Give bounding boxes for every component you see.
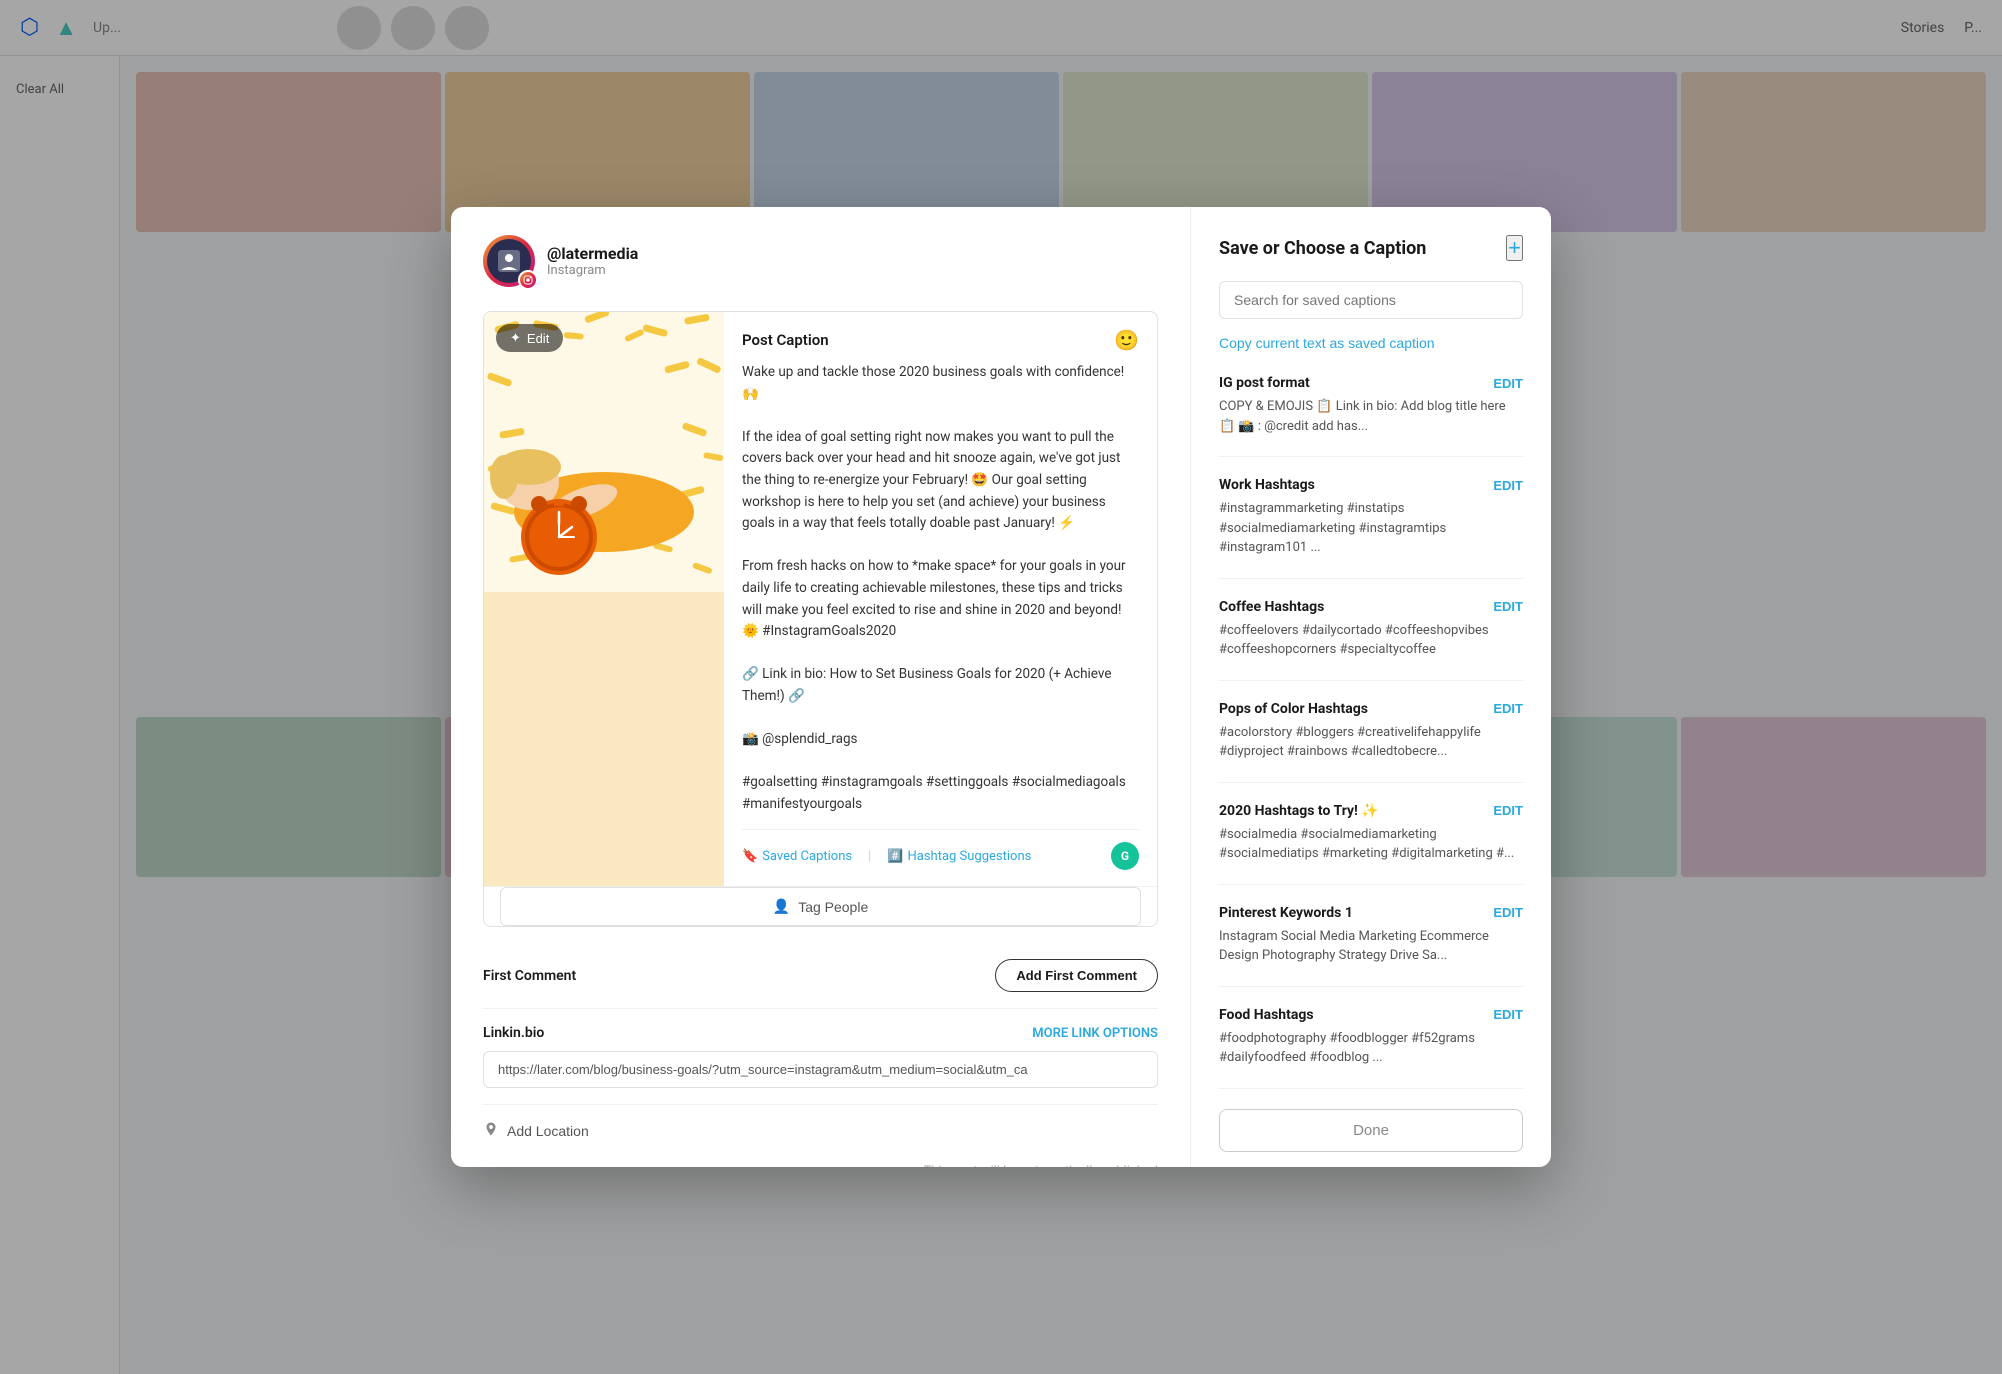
add-first-comment-button[interactable]: Add First Comment bbox=[995, 959, 1158, 992]
caption-text[interactable]: Wake up and tackle those 2020 business g… bbox=[742, 362, 1139, 815]
caption-item-header: Coffee Hashtags EDIT bbox=[1219, 599, 1523, 615]
add-location-button[interactable]: Add Location bbox=[483, 1105, 589, 1156]
caption-item-header: Pinterest Keywords 1 EDIT bbox=[1219, 905, 1523, 921]
caption-item-title: Work Hashtags bbox=[1219, 477, 1315, 493]
caption-item-edit-5[interactable]: EDIT bbox=[1493, 905, 1523, 920]
post-content: ✦ Edit Post Caption 🙂 Wake up and tackle… bbox=[484, 312, 1157, 886]
caption-item-header: Pops of Color Hashtags EDIT bbox=[1219, 701, 1523, 717]
linkin-bio-url-input[interactable] bbox=[483, 1051, 1158, 1088]
hashtag-icon: #️⃣ bbox=[887, 849, 903, 864]
modal-account-header: @latermedia Instagram bbox=[483, 235, 1158, 287]
caption-item-header: 2020 Hashtags to Try! ✨ EDIT bbox=[1219, 803, 1523, 819]
caption-item-header: Food Hashtags EDIT bbox=[1219, 1007, 1523, 1023]
post-caption-area: Post Caption 🙂 Wake up and tackle those … bbox=[724, 312, 1157, 886]
caption-item-text-0[interactable]: COPY & EMOJIS 📋 Link in bio: Add blog ti… bbox=[1219, 397, 1523, 436]
caption-item-coffee-hashtags: Coffee Hashtags EDIT #coffeelovers #dail… bbox=[1219, 599, 1523, 681]
post-image bbox=[484, 312, 724, 592]
post-image-container: ✦ Edit bbox=[484, 312, 724, 886]
caption-title: Post Caption bbox=[742, 331, 829, 349]
caption-item-edit-0[interactable]: EDIT bbox=[1493, 376, 1523, 391]
avatar-circle bbox=[483, 235, 535, 287]
caption-header: Post Caption 🙂 bbox=[742, 328, 1139, 352]
account-platform: Instagram bbox=[547, 263, 638, 278]
location-icon bbox=[483, 1121, 499, 1140]
edit-icon: ✦ bbox=[510, 330, 521, 346]
edit-image-button[interactable]: ✦ Edit bbox=[496, 324, 563, 352]
first-comment-section: First Comment Add First Comment bbox=[483, 943, 1158, 1009]
caption-item-edit-3[interactable]: EDIT bbox=[1493, 701, 1523, 716]
caption-item-text-4[interactable]: #socialmedia #socialmediamarketing #soci… bbox=[1219, 825, 1523, 864]
modal-overlay: @latermedia Instagram bbox=[0, 0, 2002, 1374]
caption-item-edit-6[interactable]: EDIT bbox=[1493, 1007, 1523, 1022]
copy-current-caption-button[interactable]: Copy current text as saved caption bbox=[1219, 335, 1523, 351]
caption-item-text-2[interactable]: #coffeelovers #dailycortado #coffeeshopv… bbox=[1219, 621, 1523, 660]
caption-item-edit-1[interactable]: EDIT bbox=[1493, 478, 1523, 493]
avatar-container bbox=[483, 235, 535, 287]
caption-item-title: Pinterest Keywords 1 bbox=[1219, 905, 1353, 921]
caption-item-edit-2[interactable]: EDIT bbox=[1493, 599, 1523, 614]
add-location-label: Add Location bbox=[507, 1123, 589, 1139]
instagram-badge bbox=[518, 270, 538, 290]
modal-account-info: @latermedia Instagram bbox=[547, 244, 638, 278]
caption-search-input[interactable] bbox=[1219, 281, 1523, 319]
caption-item-2020-hashtags: 2020 Hashtags to Try! ✨ EDIT #socialmedi… bbox=[1219, 803, 1523, 885]
more-link-options-link[interactable]: MORE LINK OPTIONS bbox=[1032, 1026, 1158, 1041]
caption-item-title: Coffee Hashtags bbox=[1219, 599, 1324, 615]
right-panel-header: Save or Choose a Caption + bbox=[1219, 235, 1523, 261]
first-comment-label: First Comment bbox=[483, 968, 576, 984]
caption-item-text-6[interactable]: #foodphotography #foodblogger #f52grams … bbox=[1219, 1029, 1523, 1068]
caption-item-text-5[interactable]: Instagram Social Media Marketing Ecommer… bbox=[1219, 927, 1523, 966]
linkin-bio-header: Linkin.bio MORE LINK OPTIONS bbox=[483, 1025, 1158, 1041]
caption-item-edit-4[interactable]: EDIT bbox=[1493, 803, 1523, 818]
edit-button-label: Edit bbox=[527, 331, 549, 346]
linkin-bio-label: Linkin.bio bbox=[483, 1025, 544, 1041]
caption-item-pops-of-color: Pops of Color Hashtags EDIT #acolorstory… bbox=[1219, 701, 1523, 783]
caption-item-ig-post-format: IG post format EDIT COPY & EMOJIS 📋 Link… bbox=[1219, 375, 1523, 457]
auto-publish-note: This post will be automatically publishe… bbox=[483, 1156, 1158, 1167]
caption-item-text-1[interactable]: #instagrammarketing #instatips #socialme… bbox=[1219, 499, 1523, 558]
caption-item-pinterest-keywords: Pinterest Keywords 1 EDIT Instagram Soci… bbox=[1219, 905, 1523, 987]
tag-people-section: 👤 Tag People bbox=[484, 886, 1157, 926]
caption-item-title: 2020 Hashtags to Try! ✨ bbox=[1219, 803, 1379, 819]
modal-left-panel: @latermedia Instagram bbox=[451, 207, 1191, 1167]
saved-captions-link[interactable]: 🔖 Saved Captions bbox=[742, 849, 852, 864]
hashtag-suggestions-link[interactable]: #️⃣ Hashtag Suggestions bbox=[887, 849, 1031, 864]
caption-item-header: Work Hashtags EDIT bbox=[1219, 477, 1523, 493]
saved-captions-icon: 🔖 bbox=[742, 849, 758, 864]
caption-item-food-hashtags: Food Hashtags EDIT #foodphotography #foo… bbox=[1219, 1007, 1523, 1089]
caption-item-title: Pops of Color Hashtags bbox=[1219, 701, 1368, 717]
post-modal: @latermedia Instagram bbox=[451, 207, 1551, 1167]
emoji-picker-button[interactable]: 🙂 bbox=[1114, 328, 1139, 352]
done-button[interactable]: Done bbox=[1219, 1109, 1523, 1152]
caption-item-title: IG post format bbox=[1219, 375, 1310, 391]
caption-item-text-3[interactable]: #acolorstory #bloggers #creativelifehapp… bbox=[1219, 723, 1523, 762]
caption-item-header: IG post format EDIT bbox=[1219, 375, 1523, 391]
account-handle: @latermedia bbox=[547, 244, 638, 263]
saved-captions-list: IG post format EDIT COPY & EMOJIS 📋 Link… bbox=[1219, 375, 1523, 1109]
right-panel-title: Save or Choose a Caption bbox=[1219, 238, 1426, 259]
linkin-bio-section: Linkin.bio MORE LINK OPTIONS bbox=[483, 1009, 1158, 1105]
grammarly-button[interactable]: G bbox=[1111, 842, 1139, 870]
caption-item-title: Food Hashtags bbox=[1219, 1007, 1314, 1023]
add-caption-button[interactable]: + bbox=[1506, 235, 1523, 261]
caption-footer: 🔖 Saved Captions | #️⃣ Hashtag Suggestio… bbox=[742, 829, 1139, 870]
caption-item-work-hashtags: Work Hashtags EDIT #instagrammarketing #… bbox=[1219, 477, 1523, 579]
tag-people-button[interactable]: 👤 Tag People bbox=[500, 887, 1141, 926]
modal-right-panel: Save or Choose a Caption + Copy current … bbox=[1191, 207, 1551, 1167]
tag-person-icon: 👤 bbox=[773, 898, 790, 915]
footer-separator: | bbox=[868, 849, 871, 864]
post-area: ✦ Edit Post Caption 🙂 Wake up and tackle… bbox=[483, 311, 1158, 927]
